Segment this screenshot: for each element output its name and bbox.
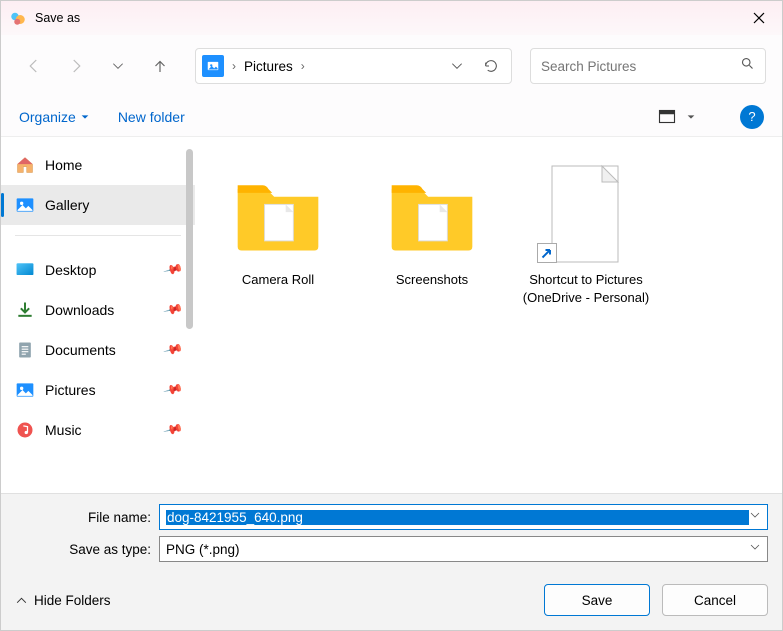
- chevron-right-icon[interactable]: ›: [230, 59, 238, 73]
- dropdown-history-button[interactable]: [443, 52, 471, 80]
- titlebar: Save as: [1, 1, 782, 35]
- view-options-button[interactable]: [654, 105, 700, 128]
- window-title: Save as: [35, 11, 736, 25]
- cancel-button[interactable]: Cancel: [662, 584, 768, 616]
- pictures-icon: [202, 55, 224, 77]
- sidebar-item-downloads[interactable]: Downloads 📌: [1, 290, 195, 330]
- downloads-icon: [15, 300, 35, 320]
- sidebar-item-label: Gallery: [45, 197, 181, 213]
- type-value: PNG (*.png): [166, 542, 749, 557]
- toolbar: Organize New folder ?: [1, 97, 782, 137]
- filename-label: File name:: [15, 510, 159, 525]
- folder-item[interactable]: Camera Roll: [205, 155, 351, 312]
- sidebar-item-documents[interactable]: Documents 📌: [1, 330, 195, 370]
- sidebar: Home Gallery Desktop 📌 Downloads 📌 Docum…: [1, 137, 195, 493]
- footer: File name: dog-8421955_640.png Save as t…: [1, 493, 782, 630]
- sidebar-item-pictures[interactable]: Pictures 📌: [1, 370, 195, 410]
- folder-item[interactable]: Screenshots: [359, 155, 505, 312]
- type-label: Save as type:: [15, 542, 159, 557]
- organize-menu[interactable]: Organize: [19, 109, 90, 125]
- sidebar-item-label: Music: [45, 422, 155, 438]
- search-box[interactable]: [530, 48, 766, 84]
- up-button[interactable]: [143, 49, 177, 83]
- file-list[interactable]: Camera Roll Screenshots Shortcut to Pict…: [195, 137, 782, 493]
- sidebar-item-label: Desktop: [45, 262, 155, 278]
- pin-icon: 📌: [162, 299, 184, 321]
- shortcut-item[interactable]: Shortcut to Pictures (OneDrive - Persona…: [513, 155, 659, 312]
- folder-icon: [379, 161, 485, 267]
- music-icon: [15, 420, 35, 440]
- pin-icon: 📌: [162, 339, 184, 361]
- file-shortcut-icon: [533, 161, 639, 267]
- item-label: Screenshots: [396, 271, 468, 289]
- search-input[interactable]: [541, 59, 740, 74]
- pin-icon: 📌: [162, 379, 184, 401]
- type-field[interactable]: PNG (*.png): [159, 536, 768, 562]
- sidebar-item-label: Home: [45, 157, 181, 173]
- filename-field[interactable]: dog-8421955_640.png: [159, 504, 768, 530]
- search-icon: [740, 56, 755, 76]
- sidebar-item-label: Documents: [45, 342, 155, 358]
- pin-icon: 📌: [162, 419, 184, 441]
- forward-button[interactable]: [59, 49, 93, 83]
- sidebar-item-music[interactable]: Music 📌: [1, 410, 195, 450]
- item-label: Shortcut to Pictures (OneDrive - Persona…: [519, 271, 653, 306]
- filename-dropdown-button[interactable]: [749, 508, 761, 526]
- type-dropdown-button[interactable]: [749, 540, 761, 558]
- item-label: Camera Roll: [242, 271, 314, 289]
- chevron-right-icon[interactable]: ›: [299, 59, 307, 73]
- pictures-icon: [15, 380, 35, 400]
- back-button[interactable]: [17, 49, 51, 83]
- gallery-icon: [15, 195, 35, 215]
- recent-locations-button[interactable]: [101, 49, 135, 83]
- desktop-icon: [15, 260, 35, 280]
- new-folder-button[interactable]: New folder: [118, 109, 185, 125]
- close-button[interactable]: [736, 1, 782, 35]
- pin-icon: 📌: [162, 259, 184, 281]
- nav-row: › Pictures ›: [1, 35, 782, 97]
- help-button[interactable]: ?: [740, 105, 764, 129]
- app-icon: [9, 9, 27, 27]
- hide-folders-label: Hide Folders: [34, 593, 111, 608]
- folder-icon: [225, 161, 331, 267]
- address-bar[interactable]: › Pictures ›: [195, 48, 512, 84]
- refresh-button[interactable]: [477, 52, 505, 80]
- sidebar-item-gallery[interactable]: Gallery: [1, 185, 195, 225]
- sidebar-item-desktop[interactable]: Desktop 📌: [1, 250, 195, 290]
- sidebar-item-home[interactable]: Home: [1, 145, 195, 185]
- sidebar-item-label: Pictures: [45, 382, 155, 398]
- documents-icon: [15, 340, 35, 360]
- save-button[interactable]: Save: [544, 584, 650, 616]
- hide-folders-toggle[interactable]: Hide Folders: [15, 593, 532, 608]
- location-segment[interactable]: Pictures: [244, 59, 293, 74]
- home-icon: [15, 155, 35, 175]
- filename-value: dog-8421955_640.png: [166, 510, 749, 525]
- sidebar-scrollbar[interactable]: [186, 149, 193, 329]
- body: Home Gallery Desktop 📌 Downloads 📌 Docum…: [1, 137, 782, 493]
- sidebar-item-label: Downloads: [45, 302, 155, 318]
- sidebar-divider: [15, 235, 181, 236]
- organize-label: Organize: [19, 109, 76, 125]
